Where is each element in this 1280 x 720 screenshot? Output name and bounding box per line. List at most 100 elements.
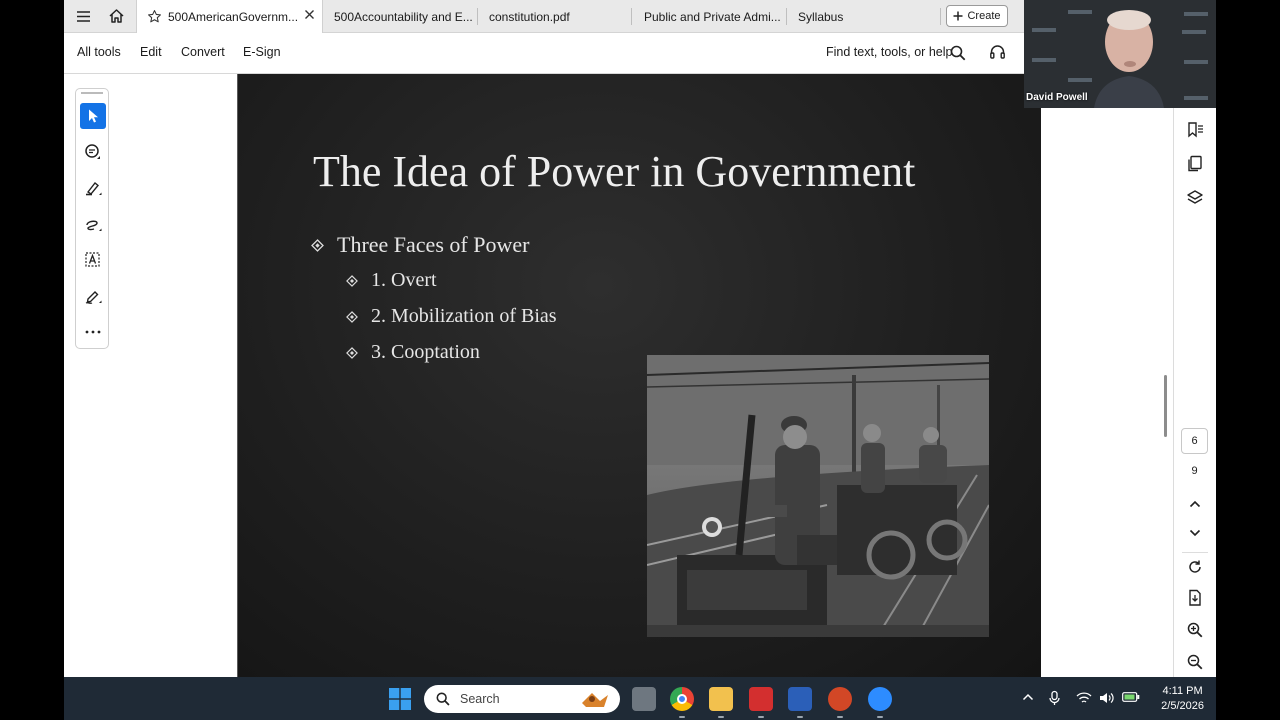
hamburger-menu-icon[interactable]	[76, 9, 91, 24]
tab-constitution[interactable]: constitution.pdf	[489, 0, 629, 33]
chevron-up-icon[interactable]	[1022, 693, 1034, 701]
volume-icon[interactable]	[1098, 691, 1114, 705]
tab-public-private-admin[interactable]: Public and Private Admi...	[644, 0, 784, 33]
search-icon[interactable]	[950, 45, 966, 61]
headset-icon[interactable]	[989, 44, 1006, 61]
backdrop-logo	[1032, 28, 1056, 32]
zoom-icon[interactable]	[868, 687, 892, 711]
home-icon[interactable]	[108, 8, 125, 24]
sub-bullet-text: 2. Mobilization of Bias	[371, 305, 557, 327]
find-text-label[interactable]: Find text, tools, or help	[826, 45, 952, 59]
wifi-icon[interactable]	[1076, 691, 1092, 705]
clock-date: 2/5/2026	[1161, 700, 1204, 712]
tab-label: Public and Private Admi...	[644, 9, 781, 24]
current-page-input[interactable]: 6	[1181, 428, 1208, 454]
diamond-bullet-icon	[346, 310, 358, 323]
menu-convert[interactable]: Convert	[181, 45, 225, 59]
bookmark-panel-icon[interactable]	[1184, 119, 1206, 141]
chrome-icon[interactable]	[670, 687, 694, 711]
backdrop-logo	[1068, 78, 1092, 82]
text-box-tool-icon[interactable]	[80, 247, 106, 273]
search-highlight-icon	[578, 689, 612, 709]
tab-divider	[477, 8, 478, 25]
letterbox-right	[1216, 0, 1280, 677]
menu-all-tools[interactable]: All tools	[77, 45, 121, 59]
slide-page: The Idea of Power in Government Three Fa…	[237, 74, 1041, 677]
draw-tool-icon[interactable]	[80, 211, 106, 237]
participant-name: David Powell	[1026, 92, 1088, 103]
sub-bullet: 1. Overt	[346, 269, 437, 292]
letterbox-right-bottom	[1216, 677, 1280, 720]
running-indicator	[758, 716, 764, 718]
backdrop-logo	[1032, 58, 1056, 62]
backdrop-logo	[1184, 12, 1208, 16]
star-icon[interactable]	[147, 9, 162, 24]
sign-tool-icon[interactable]	[80, 283, 106, 309]
menu-e-sign[interactable]: E-Sign	[243, 45, 281, 59]
tab-label: Syllabus	[798, 9, 844, 24]
total-pages: 9	[1191, 465, 1198, 477]
sub-bullet-text: 3. Cooptation	[371, 341, 480, 363]
tab-divider	[631, 8, 632, 25]
right-tool-rail: 6 9	[1173, 108, 1216, 677]
zoom-in-icon[interactable]	[1184, 619, 1206, 641]
task-view-icon[interactable]	[632, 687, 656, 711]
backdrop-logo	[1184, 96, 1208, 100]
comment-tool-icon[interactable]	[80, 139, 106, 165]
powerpoint-icon[interactable]	[828, 687, 852, 711]
diamond-bullet-icon	[311, 238, 324, 252]
backdrop-logo	[1068, 10, 1092, 14]
word-icon[interactable]	[788, 687, 812, 711]
chevron-down-icon[interactable]	[1184, 522, 1206, 544]
tab-syllabus[interactable]: Syllabus	[798, 0, 938, 33]
presenter-figure	[1094, 10, 1164, 108]
chevron-up-icon[interactable]	[1184, 493, 1206, 515]
system-clock[interactable]: 4:11 PM 2/5/2026	[1161, 684, 1204, 714]
zoom-out-icon[interactable]	[1184, 651, 1206, 673]
plus-icon	[953, 11, 963, 21]
running-indicator	[797, 716, 803, 718]
running-indicator	[837, 716, 843, 718]
sub-bullet: 3. Cooptation	[346, 341, 480, 364]
right-gutter	[1041, 108, 1173, 677]
file-explorer-icon[interactable]	[709, 687, 733, 711]
tab-american-government[interactable]: 500AmericanGovernm...	[136, 0, 323, 33]
tab-divider	[940, 8, 941, 25]
more-tools-icon[interactable]	[80, 319, 106, 345]
battery-icon[interactable]	[1122, 691, 1140, 703]
tab-label: constitution.pdf	[489, 9, 570, 24]
miners-photo	[647, 355, 989, 637]
panel-handle[interactable]	[81, 92, 103, 94]
backdrop-logo	[1184, 60, 1208, 64]
running-indicator	[679, 716, 685, 718]
taskbar-search-box[interactable]: Search	[424, 685, 620, 713]
clock-time: 4:11 PM	[1162, 685, 1203, 697]
highlight-tool-icon[interactable]	[80, 175, 106, 201]
bullet-main: Three Faces of Power	[311, 232, 529, 258]
backdrop-logo	[1182, 30, 1206, 34]
acrobat-icon[interactable]	[749, 687, 773, 711]
slide-title: The Idea of Power in Government	[313, 147, 916, 196]
page-export-icon[interactable]	[1184, 587, 1206, 609]
refresh-icon[interactable]	[1184, 556, 1206, 578]
rail-divider	[1182, 552, 1208, 553]
tab-divider	[786, 8, 787, 25]
sub-bullet: 2. Mobilization of Bias	[346, 305, 557, 328]
windows-start-icon[interactable]	[389, 688, 411, 710]
close-tab-icon[interactable]	[304, 9, 315, 20]
letterbox-left	[0, 0, 64, 677]
app-toolbar: All tools Edit Convert E-Sign Find text,…	[64, 33, 1024, 74]
search-icon	[436, 692, 450, 706]
microphone-icon[interactable]	[1047, 690, 1063, 706]
webcam-video: David Powell	[1024, 0, 1216, 108]
scrollbar-thumb[interactable]	[1164, 375, 1167, 437]
tab-accountability[interactable]: 500Accountability and E...	[334, 0, 474, 33]
pages-panel-icon[interactable]	[1184, 153, 1206, 175]
letterbox-left-bottom	[0, 677, 64, 720]
select-tool-icon[interactable]	[80, 103, 106, 129]
create-button[interactable]: Create	[946, 5, 1008, 27]
layers-panel-icon[interactable]	[1184, 187, 1206, 209]
menu-edit[interactable]: Edit	[140, 45, 162, 59]
create-label: Create	[967, 10, 1001, 22]
diamond-bullet-icon	[346, 346, 358, 359]
